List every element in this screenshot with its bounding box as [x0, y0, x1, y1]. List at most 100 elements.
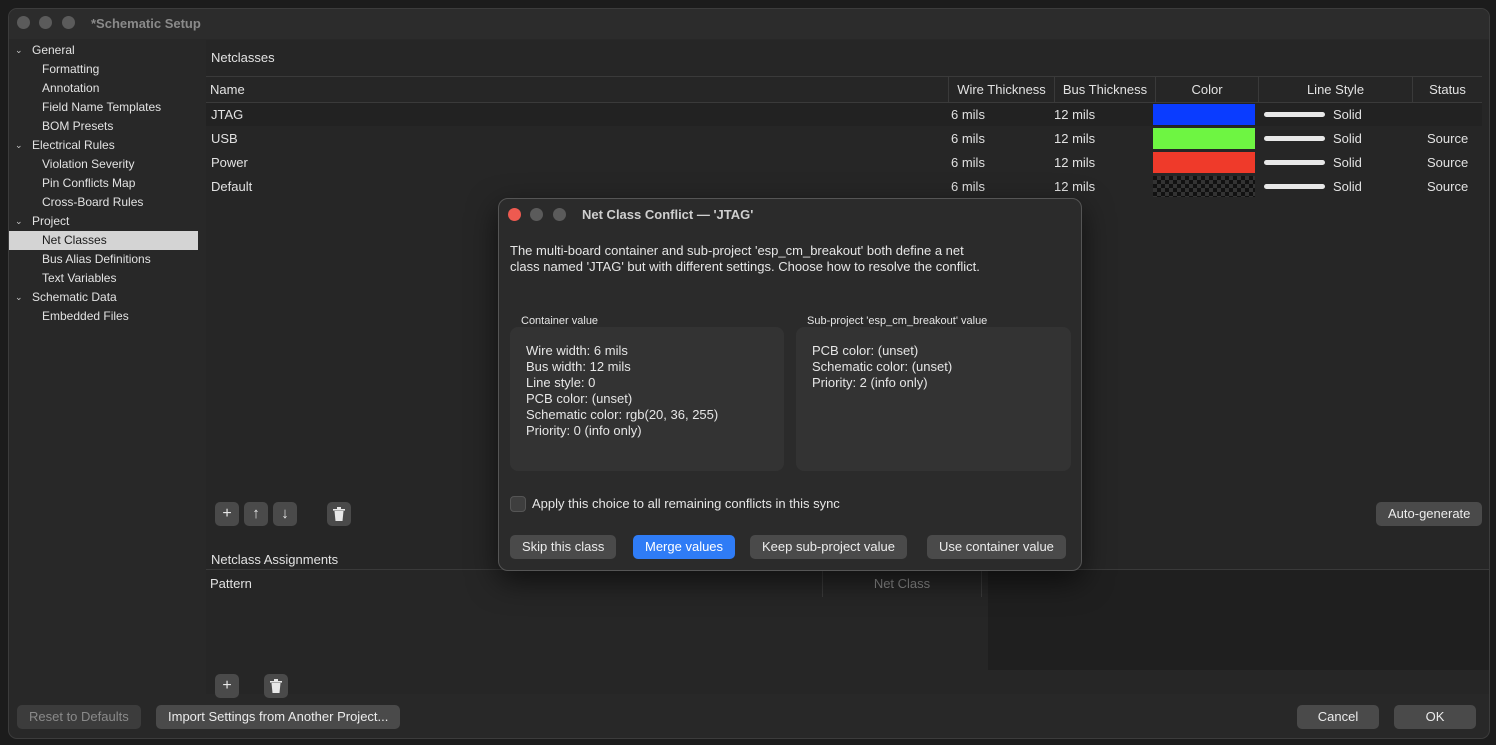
container-line: Priority: 0 (info only) [526, 423, 642, 438]
cell-line-style[interactable]: Solid [1333, 127, 1362, 150]
cell-line-style[interactable]: Solid [1333, 103, 1362, 126]
color-swatch[interactable] [1153, 104, 1255, 125]
tree-item-violation-severity[interactable]: Violation Severity [42, 155, 135, 174]
column-header-wire-thickness[interactable]: Wire Thickness [948, 77, 1054, 103]
window-title: *Schematic Setup [91, 16, 201, 31]
column-header-net-class[interactable]: Net Class [822, 570, 982, 597]
column-header-line-style[interactable]: Line Style [1258, 77, 1412, 103]
chevron-down-icon[interactable]: ⌄ [15, 288, 25, 307]
move-down-button[interactable]: ↓ [273, 502, 297, 526]
delete-assignment-button[interactable] [264, 674, 288, 698]
cell-wire-thickness[interactable]: 6 mils [951, 151, 985, 174]
minimize-dialog-button[interactable] [530, 208, 543, 221]
table-row[interactable]: Power 6 mils 12 mils Solid Source [206, 151, 1482, 174]
color-swatch[interactable] [1153, 152, 1255, 173]
assignments-table: Pattern Net Class [206, 570, 983, 670]
net-class-conflict-dialog: Net Class Conflict — 'JTAG' The multi-bo… [498, 198, 1082, 571]
add-netclass-button[interactable]: + [215, 502, 239, 526]
tree-group-electrical-rules[interactable]: Electrical Rules [32, 136, 115, 155]
tree-item-pin-conflicts-map[interactable]: Pin Conflicts Map [42, 174, 135, 193]
zoom-window-button[interactable] [62, 16, 75, 29]
cell-wire-thickness[interactable]: 6 mils [951, 127, 985, 150]
import-settings-button[interactable]: Import Settings from Another Project... [156, 705, 401, 729]
line-style-preview [1264, 184, 1325, 189]
tree-item-text-variables[interactable]: Text Variables [42, 269, 116, 288]
chevron-down-icon[interactable]: ⌄ [15, 41, 25, 60]
color-swatch[interactable] [1153, 128, 1255, 149]
cell-name[interactable]: JTAG [211, 103, 243, 126]
container-value-panel: Wire width: 6 mils Bus width: 12 mils Li… [510, 327, 784, 471]
skip-class-button[interactable]: Skip this class [510, 535, 617, 559]
cell-bus-thickness[interactable]: 12 mils [1054, 151, 1095, 174]
apply-to-all-label[interactable]: Apply this choice to all remaining confl… [532, 496, 840, 511]
assignment-preview-pane [988, 570, 1489, 670]
close-window-button[interactable] [17, 16, 30, 29]
tree-item-bus-alias-definitions[interactable]: Bus Alias Definitions [42, 250, 151, 269]
cell-name[interactable]: Default [211, 175, 252, 198]
cell-status: Source [1427, 179, 1469, 194]
cell-status: Source [1427, 131, 1469, 146]
close-dialog-button[interactable] [508, 208, 521, 221]
column-header-pattern[interactable]: Pattern [210, 576, 252, 591]
column-header-name[interactable]: Name [206, 77, 948, 103]
table-row[interactable]: USB 6 mils 12 mils Solid Source [206, 127, 1482, 150]
move-up-button[interactable]: ↑ [244, 502, 268, 526]
ok-button[interactable]: OK [1394, 705, 1476, 729]
tree-item-cross-board-rules[interactable]: Cross-Board Rules [42, 193, 143, 212]
cell-name[interactable]: Power [211, 151, 248, 174]
cell-bus-thickness[interactable]: 12 mils [1054, 127, 1095, 150]
cell-bus-thickness[interactable]: 12 mils [1054, 103, 1095, 126]
cell-name[interactable]: USB [211, 127, 238, 150]
tree-item-annotation[interactable]: Annotation [42, 79, 99, 98]
zoom-dialog-button[interactable] [553, 208, 566, 221]
line-style-preview [1264, 160, 1325, 165]
netclasses-title: Netclasses [211, 50, 275, 65]
line-style-preview [1264, 112, 1325, 117]
tree-group-schematic-data[interactable]: Schematic Data [32, 288, 117, 307]
subproject-line: PCB color: (unset) [812, 343, 919, 358]
cell-line-style[interactable]: Solid [1333, 151, 1362, 174]
column-header-status[interactable]: Status [1412, 77, 1482, 103]
tree-item-bom-presets[interactable]: BOM Presets [42, 117, 113, 136]
cell-wire-thickness[interactable]: 6 mils [951, 175, 985, 198]
keep-subproject-value-button[interactable]: Keep sub-project value [750, 535, 907, 559]
apply-to-all-checkbox[interactable] [510, 496, 526, 512]
minimize-window-button[interactable] [39, 16, 52, 29]
table-row[interactable]: JTAG 6 mils 12 mils Solid [206, 103, 1482, 126]
cell-wire-thickness[interactable]: 6 mils [951, 103, 985, 126]
container-line: PCB color: (unset) [526, 391, 633, 406]
table-row[interactable]: Default 6 mils 12 mils Solid Source [206, 175, 1482, 198]
cell-bus-thickness[interactable]: 12 mils [1054, 175, 1095, 198]
cancel-button[interactable]: Cancel [1297, 705, 1379, 729]
container-line: Line style: 0 [526, 375, 596, 390]
auto-generate-button[interactable]: Auto-generate [1376, 502, 1483, 526]
netclasses-table-header: Name Wire Thickness Bus Thickness Color … [206, 76, 1482, 103]
subproject-line: Priority: 2 (info only) [812, 375, 928, 390]
color-swatch[interactable] [1153, 176, 1255, 197]
cell-status: Source [1427, 155, 1469, 170]
tree-item-field-name-templates[interactable]: Field Name Templates [42, 98, 161, 117]
tree-group-general[interactable]: General [32, 41, 75, 60]
subproject-value-label: Sub-project 'esp_cm_breakout' value [807, 315, 988, 327]
tree-item-embedded-files[interactable]: Embedded Files [42, 307, 129, 326]
dialog-title: Net Class Conflict — 'JTAG' [582, 207, 754, 222]
trash-icon [270, 679, 282, 693]
use-container-value-button[interactable]: Use container value [927, 535, 1066, 559]
cell-line-style[interactable]: Solid [1333, 175, 1362, 198]
netclass-assignments-title: Netclass Assignments [211, 552, 339, 567]
chevron-down-icon[interactable]: ⌄ [15, 136, 25, 155]
column-header-bus-thickness[interactable]: Bus Thickness [1054, 77, 1155, 103]
tree-group-project[interactable]: Project [32, 212, 69, 231]
column-header-color[interactable]: Color [1155, 77, 1258, 103]
delete-netclass-button[interactable] [327, 502, 351, 526]
container-line: Bus width: 12 mils [526, 359, 631, 374]
conflict-message: The multi-board container and sub-projec… [510, 243, 980, 274]
subproject-value-panel: PCB color: (unset) Schematic color: (uns… [796, 327, 1071, 471]
merge-values-button[interactable]: Merge values [633, 535, 736, 559]
add-assignment-button[interactable]: + [215, 674, 239, 698]
chevron-down-icon[interactable]: ⌄ [15, 212, 25, 231]
reset-to-defaults-button[interactable]: Reset to Defaults [17, 705, 141, 729]
tree-item-net-classes[interactable]: Net Classes [9, 231, 198, 250]
tree-item-formatting[interactable]: Formatting [42, 60, 99, 79]
trash-icon [333, 507, 345, 521]
